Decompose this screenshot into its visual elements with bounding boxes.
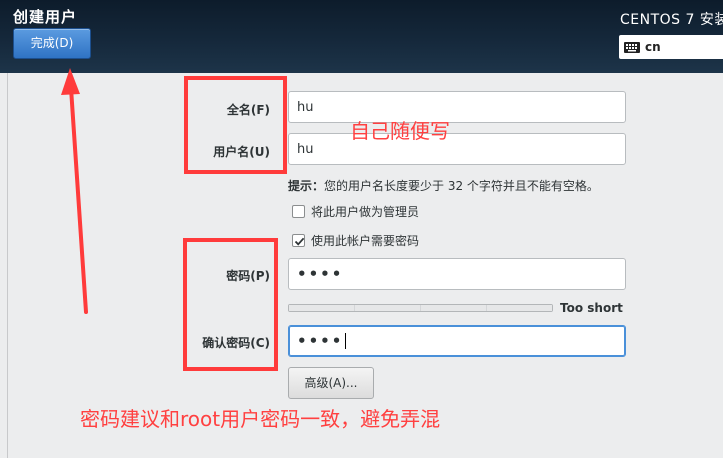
annotation-arrow-icon [61,68,88,314]
